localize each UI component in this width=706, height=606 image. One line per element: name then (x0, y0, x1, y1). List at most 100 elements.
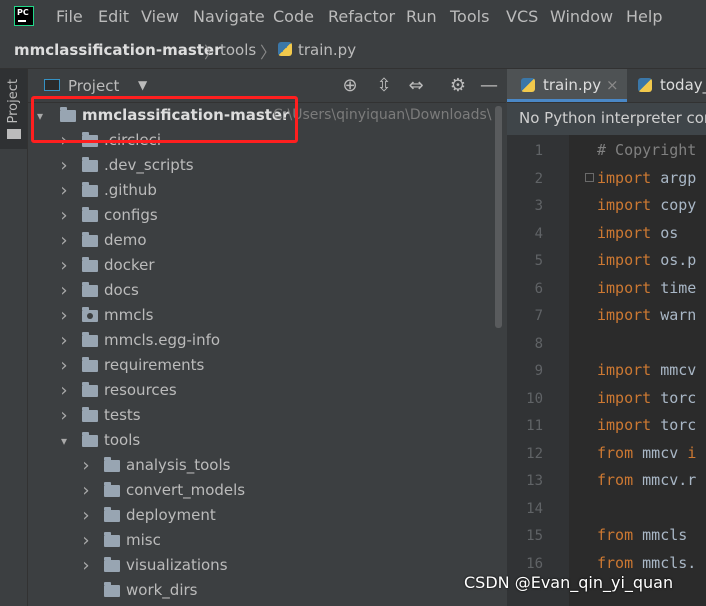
tab-today[interactable]: today_ (628, 69, 706, 102)
code-token: import (597, 306, 661, 324)
tree-item[interactable]: › mmcls (28, 304, 498, 329)
tree-item[interactable]: › tests (28, 404, 498, 429)
tree-item-label: resources (104, 381, 177, 399)
tree-item[interactable]: › docker (28, 254, 498, 279)
tree-item[interactable]: › misc (28, 529, 498, 554)
chevron-right-icon[interactable]: › (58, 282, 70, 300)
tree-item[interactable]: ▾ tools (28, 429, 498, 454)
line-number: 12 (526, 445, 543, 462)
chevron-right-icon[interactable]: › (58, 307, 70, 325)
tree-item[interactable]: › requirements (28, 354, 498, 379)
tree-item[interactable]: › .dev_scripts (28, 154, 498, 179)
code-line[interactable]: import mmcv (597, 361, 696, 379)
project-panel-title[interactable]: Project (68, 77, 119, 95)
menu-item[interactable]: VCS (506, 7, 538, 26)
project-panel: Project ▼ ⊕ ⇳ ⇔ ⚙ — ▾ mmclassification-m… (28, 69, 506, 606)
tree-item-label: mmcls (104, 306, 154, 324)
code-line[interactable]: from mmcls (597, 526, 687, 544)
tree-item[interactable]: › demo (28, 229, 498, 254)
locate-icon[interactable]: ⊕ (339, 75, 361, 96)
menu-item[interactable]: File (56, 7, 83, 26)
chevron-right-icon[interactable]: › (58, 382, 70, 400)
code-line[interactable]: import os (597, 224, 678, 242)
menu-item[interactable]: Navigate (193, 7, 265, 26)
tree-item[interactable]: › analysis_tools (28, 454, 498, 479)
code-line[interactable]: import os.p (597, 251, 696, 269)
tree-item[interactable]: › mmcls.egg-info (28, 329, 498, 354)
expand-all-icon[interactable]: ⇳ (373, 75, 395, 96)
line-number: 2 (534, 170, 543, 187)
menu-item[interactable]: Help (626, 7, 662, 26)
menu-item[interactable]: Tools (450, 7, 489, 26)
breadcrumb-separator-icon: 〉 (260, 43, 277, 62)
tree-item[interactable]: › deployment (28, 504, 498, 529)
tree-item[interactable]: › visualizations (28, 554, 498, 579)
code-token: copy (660, 196, 697, 214)
code-line[interactable]: import argp (597, 169, 696, 187)
tree-scrollbar[interactable] (495, 106, 502, 328)
menu-item[interactable]: View (141, 7, 179, 26)
code-token: mmcls. (642, 553, 697, 572)
code-line[interactable]: from mmcv.r (597, 471, 696, 489)
code-line[interactable]: from mmcv i (597, 444, 696, 462)
fold-marker-icon[interactable] (585, 173, 594, 182)
chevron-down-icon[interactable]: ▾ (58, 432, 70, 450)
chevron-right-icon[interactable]: › (80, 482, 92, 500)
code-line[interactable]: import torc (597, 389, 696, 407)
menu-item[interactable]: Code (273, 7, 314, 26)
chevron-right-icon[interactable]: › (58, 357, 70, 375)
tree-item[interactable]: work_dirs (28, 579, 498, 604)
chevron-right-icon[interactable]: › (58, 182, 70, 200)
tree-item[interactable]: › .github (28, 179, 498, 204)
folder-icon (104, 582, 120, 597)
chevron-right-icon[interactable]: › (80, 457, 92, 475)
code-line[interactable]: from mmcls. (597, 554, 696, 572)
collapse-all-icon[interactable]: ⇔ (405, 75, 427, 96)
code-line[interactable]: import torc (597, 416, 696, 434)
chevron-right-icon[interactable]: › (80, 532, 92, 550)
menu-bar: PC File Edit View Navigate Code Refactor Run To… (0, 0, 706, 32)
breadcrumb-folder[interactable]: tools (220, 41, 256, 59)
line-number: 6 (534, 280, 543, 297)
interpreter-notice-text: No Python interpreter cor (519, 109, 706, 127)
tree-item[interactable]: › docs (28, 279, 498, 304)
minimize-icon[interactable]: — (478, 75, 500, 96)
chevron-right-icon[interactable]: › (58, 207, 70, 225)
code-line[interactable]: # Copyright (597, 141, 696, 159)
close-icon[interactable]: × (606, 76, 619, 94)
menu-item[interactable]: Edit (98, 7, 129, 26)
menu-item[interactable]: Refactor (328, 7, 395, 26)
code-token: mmcv (660, 361, 697, 379)
menu-item[interactable]: Run (406, 7, 437, 26)
code-token: import (597, 223, 661, 242)
chevron-right-icon[interactable]: › (58, 157, 70, 175)
code-line[interactable]: import warn (597, 306, 696, 324)
chevron-right-icon[interactable]: › (58, 332, 70, 350)
chevron-right-icon[interactable]: › (80, 557, 92, 575)
tree-item[interactable]: › resources (28, 379, 498, 404)
folder-icon (104, 457, 120, 472)
chevron-right-icon[interactable]: › (58, 257, 70, 275)
code-line[interactable]: import time (597, 279, 696, 297)
folder-icon (82, 432, 98, 447)
chevron-right-icon[interactable]: › (80, 507, 92, 525)
chevron-right-icon[interactable]: › (58, 232, 70, 250)
chevron-down-icon[interactable]: ▼ (138, 78, 147, 92)
folder-icon (82, 157, 98, 172)
project-tool-tab[interactable]: Project (0, 69, 27, 149)
breadcrumb-file[interactable]: train.py (298, 41, 356, 59)
code-token: torc (660, 416, 697, 434)
breadcrumb-project[interactable]: mmclassification-master (14, 41, 222, 59)
tab-train-py[interactable]: train.py × (507, 69, 627, 102)
tree-item-label: tools (104, 431, 141, 449)
code-line[interactable]: import copy (597, 196, 696, 214)
menu-item[interactable]: Window (550, 7, 613, 26)
gear-icon[interactable]: ⚙ (447, 75, 469, 96)
folder-icon (7, 129, 21, 139)
tree-item[interactable]: › configs (28, 204, 498, 229)
editor-tabs: train.py × today_ (507, 69, 706, 103)
chevron-right-icon[interactable]: › (58, 407, 70, 425)
line-number: 11 (526, 418, 543, 434)
tree-item[interactable]: › convert_models (28, 479, 498, 504)
code-token: argp (660, 168, 697, 187)
